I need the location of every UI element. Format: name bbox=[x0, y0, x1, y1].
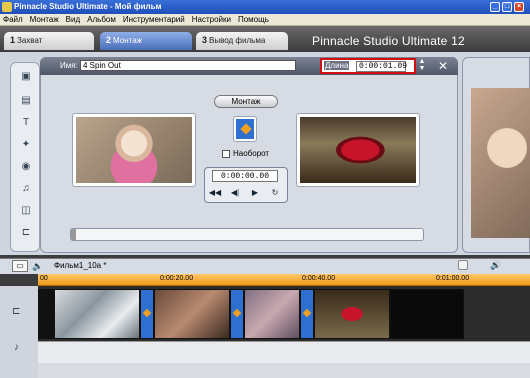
storyboard-view-icon[interactable]: ▭ bbox=[12, 260, 28, 272]
menu-album[interactable]: Альбом bbox=[84, 14, 120, 24]
tab-number: 2 bbox=[106, 35, 112, 45]
app-icon bbox=[2, 2, 12, 12]
scrub-handle[interactable] bbox=[71, 229, 76, 240]
title-icon[interactable]: ▤ bbox=[19, 95, 33, 107]
minimize-button[interactable]: _ bbox=[490, 2, 500, 12]
brand-logo: Pinnacle Studio Ultimate 12 bbox=[312, 34, 465, 48]
audio-track[interactable] bbox=[38, 341, 530, 363]
scrub-bar[interactable] bbox=[70, 228, 424, 241]
chevron-down-icon[interactable]: ▼ bbox=[419, 65, 426, 72]
tab-label: Вывод фильма bbox=[209, 36, 266, 45]
preview-image bbox=[471, 88, 530, 238]
skip-start-icon[interactable]: ◀◀ bbox=[208, 187, 222, 199]
timeline-clip[interactable] bbox=[314, 289, 390, 339]
timeline-clip[interactable] bbox=[38, 289, 54, 339]
preview-image bbox=[76, 117, 192, 183]
ruler-label: 0:00:20.00 bbox=[160, 275, 194, 282]
source-preview-b bbox=[296, 113, 420, 187]
menu-settings[interactable]: Настройки bbox=[189, 14, 235, 24]
volume-icon[interactable]: 🔊 bbox=[490, 260, 501, 271]
timeline-option-icon[interactable] bbox=[458, 260, 468, 270]
tab-edit[interactable]: 2 Монтаж bbox=[100, 32, 192, 50]
tab-capture[interactable]: 1 Захват bbox=[4, 32, 94, 50]
duration-spinner[interactable]: ▲ ▼ bbox=[416, 58, 428, 74]
maximize-button[interactable]: □ bbox=[502, 2, 512, 12]
duration-input[interactable]: 0:00:01.09 bbox=[356, 61, 407, 72]
audio-track-icon[interactable]: ♪ bbox=[14, 342, 19, 353]
reverse-label: Наоборот bbox=[233, 149, 270, 158]
film-name: Фильм1_10a * bbox=[54, 261, 107, 270]
window-title: Pinnacle Studio Ultimate - Мой фильм bbox=[14, 2, 162, 11]
ruler-label: 00 bbox=[40, 275, 48, 282]
tab-make-movie[interactable]: 3 Вывод фильма bbox=[196, 32, 288, 50]
menu-help[interactable]: Помощь bbox=[235, 14, 273, 24]
name-input[interactable]: 4 Spin Out bbox=[80, 60, 296, 71]
text-icon[interactable]: T bbox=[19, 117, 33, 129]
reverse-checkbox[interactable] bbox=[222, 150, 230, 158]
tab-number: 1 bbox=[10, 35, 16, 45]
close-icon[interactable]: ✕ bbox=[434, 58, 452, 74]
frame-icon[interactable]: ◫ bbox=[19, 205, 33, 217]
split-icon[interactable]: ⊏ bbox=[19, 227, 33, 239]
transition-icon bbox=[233, 116, 257, 142]
play-icon[interactable]: ▶ bbox=[248, 187, 262, 199]
tab-number: 3 bbox=[202, 35, 208, 45]
duration-label: Длина bbox=[324, 61, 350, 70]
menu-view[interactable]: Вид bbox=[63, 14, 84, 24]
menu-tools[interactable]: Инструментарий bbox=[120, 14, 189, 24]
music-icon[interactable]: ♫ bbox=[19, 183, 33, 195]
mode-button[interactable]: Монтаж bbox=[214, 95, 278, 108]
timeline-transition[interactable] bbox=[300, 289, 314, 339]
video-track-icon[interactable]: ⊏ bbox=[12, 306, 20, 317]
title-bar: Pinnacle Studio Ultimate - Мой фильм _ □… bbox=[0, 0, 530, 14]
tab-label: Монтаж bbox=[113, 36, 143, 45]
chevron-up-icon[interactable]: ▲ bbox=[419, 58, 426, 65]
audio-track-2[interactable] bbox=[38, 363, 530, 378]
audio-icon[interactable]: ◉ bbox=[19, 161, 33, 173]
step-back-icon[interactable]: ◀| bbox=[228, 187, 242, 199]
ruler-label: 0:00:40.00 bbox=[302, 275, 336, 282]
timecode-display: 0:00:00.00 bbox=[212, 170, 278, 182]
timeline-clip[interactable] bbox=[154, 289, 230, 339]
timeline-clip[interactable] bbox=[390, 289, 464, 339]
player-preview bbox=[462, 57, 530, 253]
preview-image bbox=[300, 117, 416, 183]
source-preview-a bbox=[72, 113, 196, 187]
mode-tabs: 1 Захват 2 Монтаж 3 Вывод фильма Pinnacle S… bbox=[0, 26, 530, 52]
effects-icon[interactable]: ✦ bbox=[19, 139, 33, 151]
timeline-transition[interactable] bbox=[230, 289, 244, 339]
ruler-label: 0:01:00.00 bbox=[436, 275, 470, 282]
timeline-clip[interactable] bbox=[244, 289, 300, 339]
timeline-transition[interactable] bbox=[140, 289, 154, 339]
loop-icon[interactable]: ↻ bbox=[268, 187, 282, 199]
close-window-button[interactable]: × bbox=[514, 2, 524, 12]
toolbox-strip: ▣ ▤ T ✦ ◉ ♫ ◫ ⊏ bbox=[10, 62, 40, 252]
video-toolbox-icon[interactable]: ▣ bbox=[19, 71, 33, 83]
menu-edit[interactable]: Монтаж bbox=[27, 14, 63, 24]
timeline-clip[interactable] bbox=[54, 289, 140, 339]
menu-file[interactable]: Файл bbox=[0, 14, 27, 24]
track-headers: ⊏ ♪ bbox=[0, 286, 38, 378]
tab-label: Захват bbox=[17, 36, 43, 45]
speaker-icon[interactable]: 🔈 bbox=[32, 260, 44, 272]
menu-bar: Файл Монтаж Вид Альбом Инструментарий Настрой… bbox=[0, 14, 530, 26]
name-label: Имя: bbox=[60, 61, 78, 70]
